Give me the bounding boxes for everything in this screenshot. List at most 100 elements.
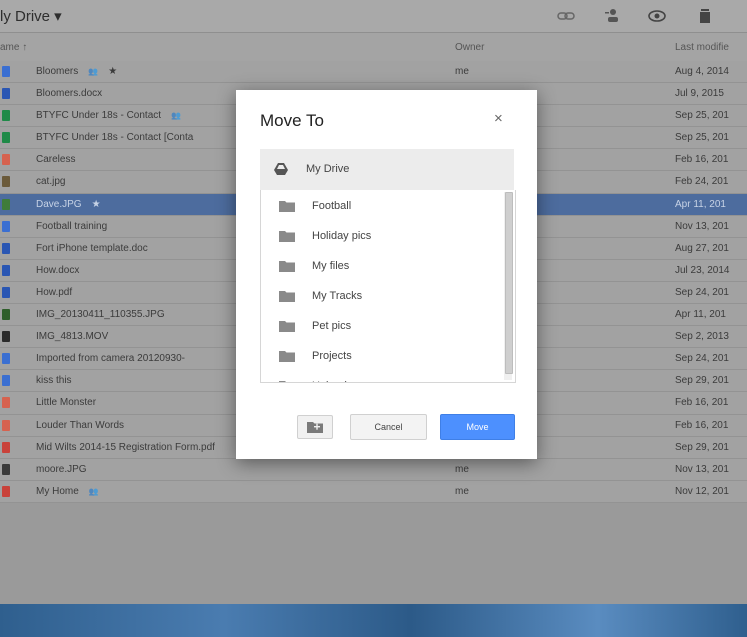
shared-icon: 👥 — [171, 111, 182, 121]
new-folder-button[interactable] — [297, 415, 333, 439]
file-name: How.docx — [36, 265, 79, 276]
my-drive-label: My Drive — [306, 163, 350, 175]
file-modified-date: Nov 13, 201 — [675, 220, 729, 232]
my-drive-root[interactable]: My Drive — [260, 149, 514, 191]
drive-toolbar: ly Drive ▾ — [0, 0, 747, 33]
preview-eye-icon[interactable] — [648, 8, 666, 24]
folder-icon — [279, 351, 295, 362]
file-name: IMG_20130411_110355.JPG — [36, 309, 165, 320]
folder-label: Holiday pics — [312, 230, 372, 242]
word-file-icon — [2, 264, 10, 276]
file-modified-date: Feb 16, 201 — [675, 154, 729, 166]
audio-file-icon — [2, 419, 10, 431]
file-name-text: Bloomers — [36, 66, 79, 77]
pdf-file-icon — [2, 441, 10, 453]
drive-title-dropdown[interactable]: ly Drive ▾ — [0, 7, 62, 25]
file-name: Little Monster — [36, 397, 96, 408]
folder-list: Football Holiday pics My files My Tracks Pet… — [260, 190, 516, 383]
owner-column-header[interactable]: Owner — [455, 42, 484, 53]
name-column-header[interactable]: ame ↑ — [0, 42, 27, 53]
folder-item[interactable]: Football — [261, 190, 515, 220]
file-name-text: Fort iPhone template.doc — [36, 242, 148, 254]
footer-background — [0, 604, 747, 637]
folder-icon — [279, 381, 286, 382]
file-modified-date: Aug 4, 2014 — [675, 66, 729, 77]
file-name: kiss this — [36, 375, 72, 386]
folder-item[interactable]: My files — [261, 250, 515, 280]
file-row[interactable]: Bloomers 👥 ★ me Aug 4, 2014 — [0, 61, 747, 84]
image-file-icon — [2, 176, 10, 188]
shared-icon: 👥 — [88, 486, 99, 496]
file-modified-date: Sep 25, 201 — [675, 132, 729, 144]
folder-item[interactable]: My Tracks — [261, 280, 515, 310]
file-row[interactable]: moore.JPG me Nov 13, 201 — [0, 458, 747, 481]
file-name: Mid Wilts 2014-15 Registration Form.pdf — [36, 442, 215, 453]
add-person-icon[interactable] — [604, 8, 622, 24]
folder-icon — [279, 231, 295, 242]
file-name-text: Careless — [36, 154, 76, 166]
file-name-text: cat.jpg — [36, 176, 66, 188]
file-row[interactable]: My Home 👥 me Nov 12, 201 — [0, 480, 747, 503]
file-name-text: kiss this — [36, 375, 72, 387]
doc-file-icon — [2, 353, 10, 365]
file-name: BTYFC Under 18s - Contact [Conta — [36, 132, 193, 143]
file-name: Careless — [36, 154, 75, 165]
folder-label: Pet pics — [312, 320, 352, 332]
file-modified-date: Jul 9, 2015 — [675, 88, 724, 100]
file-modified-date: Aug 27, 201 — [675, 242, 729, 254]
file-name-text: Louder Than Words — [36, 419, 125, 431]
folder-icon — [279, 261, 295, 272]
folder-icon — [279, 291, 295, 302]
folder-item[interactable]: Uploads — [261, 370, 515, 382]
folder-item[interactable]: Holiday pics — [261, 220, 515, 250]
file-name-text: Imported from camera 20120930- — [36, 353, 185, 365]
file-owner: me — [455, 485, 469, 497]
last-modified-column-header[interactable]: Last modifie — [675, 42, 729, 53]
audio-file-icon — [2, 397, 10, 409]
file-modified-date: Feb 16, 201 — [675, 419, 729, 431]
file-modified-date: Sep 24, 201 — [675, 286, 729, 298]
video-file-icon — [2, 331, 10, 343]
file-name-text: Dave.JPG — [36, 198, 82, 210]
file-name-text: Football training — [36, 220, 108, 232]
file-name: Bloomers.docx — [36, 88, 102, 99]
file-name-text: Bloomers.docx — [36, 88, 103, 100]
word-file-icon — [2, 242, 10, 254]
file-name: How.pdf — [36, 287, 72, 298]
doc-file-icon — [2, 66, 10, 77]
folder-label: Football — [312, 200, 352, 212]
sheet-file-icon — [2, 132, 10, 144]
trash-icon[interactable] — [696, 8, 714, 24]
file-name: IMG_4813.MOV — [36, 331, 108, 342]
close-icon[interactable]: × — [494, 110, 503, 127]
sheet-file-icon — [2, 110, 10, 122]
file-name-text: moore.JPG — [36, 463, 87, 475]
scrollbar-thumb[interactable] — [505, 192, 513, 374]
pdf-file-icon — [2, 286, 10, 298]
folder-icon — [279, 201, 295, 212]
file-name: Dave.JPG ★ — [36, 199, 101, 210]
file-modified-date: Sep 29, 201 — [675, 375, 729, 387]
folder-item[interactable]: Projects — [261, 340, 515, 370]
file-name: My Home 👥 — [36, 486, 99, 497]
word-file-icon — [2, 88, 10, 100]
star-icon[interactable]: ★ — [108, 66, 117, 77]
file-modified-date: Nov 13, 201 — [675, 463, 729, 475]
dialog-title: Move To — [260, 111, 324, 130]
cancel-button[interactable]: Cancel — [350, 414, 427, 440]
file-name: moore.JPG — [36, 464, 87, 475]
file-name: Louder Than Words — [36, 420, 124, 431]
file-modified-date: Sep 29, 201 — [675, 441, 729, 453]
file-name: Football training — [36, 221, 107, 232]
star-icon[interactable]: ★ — [92, 199, 101, 210]
file-owner: me — [455, 66, 469, 77]
file-name-text: My Home — [36, 485, 79, 497]
link-icon[interactable] — [557, 8, 575, 24]
image-file-icon — [2, 463, 10, 475]
file-list-header: ame ↑ Owner Last modifie — [0, 33, 747, 62]
folder-item[interactable]: Pet pics — [261, 310, 515, 340]
file-name-text: IMG_4813.MOV — [36, 331, 109, 343]
file-name-text: How.pdf — [36, 286, 73, 298]
audio-file-icon — [2, 154, 10, 166]
move-button[interactable]: Move — [440, 414, 515, 440]
